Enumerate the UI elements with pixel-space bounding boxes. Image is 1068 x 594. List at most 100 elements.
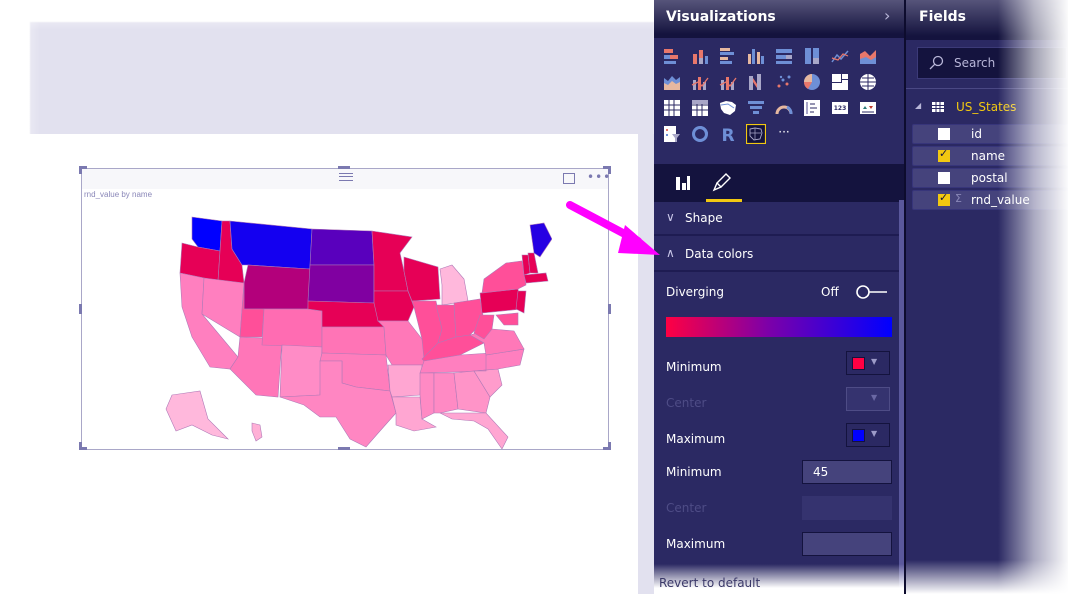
field-checkbox[interactable]	[938, 128, 950, 140]
visual-gallery: 123 R ···	[654, 38, 904, 164]
state-north-dakota[interactable]	[309, 228, 375, 266]
resize-handle-tr[interactable]	[608, 166, 611, 174]
viz-scatter-icon[interactable]	[774, 72, 794, 92]
viz-treemap-icon[interactable]	[830, 72, 850, 92]
visual-header: •••	[82, 169, 610, 189]
resize-handle-top[interactable]	[338, 166, 350, 169]
viz-filled-map-icon[interactable]	[718, 98, 738, 118]
field-checkbox[interactable]	[938, 191, 950, 206]
focus-mode-icon[interactable]	[563, 173, 575, 184]
viz-clustered-bar-icon[interactable]	[718, 46, 738, 66]
state-iowa[interactable]	[373, 290, 415, 322]
viz-gauge-icon[interactable]	[774, 98, 794, 118]
state-montana[interactable]	[229, 220, 313, 270]
center-color-label: Center	[666, 396, 707, 410]
svg-text:R: R	[721, 126, 734, 144]
state-massachusetts[interactable]	[523, 272, 549, 284]
viz-funnel-icon[interactable]	[746, 98, 766, 118]
viz-ribbon-icon[interactable]	[746, 72, 766, 92]
viz-area-icon[interactable]	[858, 46, 878, 66]
state-new-mexico[interactable]	[279, 344, 323, 398]
state-alaska[interactable]	[165, 390, 229, 440]
viz-card-icon[interactable]: 123	[830, 98, 850, 118]
state-maryland[interactable]	[495, 312, 519, 326]
state-wisconsin[interactable]	[403, 256, 441, 302]
chevron-down-icon: ∨	[666, 210, 675, 224]
center-color-picker: ▼	[846, 387, 890, 411]
maximum-color-swatch	[852, 429, 865, 442]
viz-100-stacked-column-icon[interactable]	[802, 46, 822, 66]
canvas-background	[30, 22, 654, 142]
fields-tab-icon[interactable]	[674, 174, 692, 192]
viz-multi-row-card-icon[interactable]	[802, 98, 822, 118]
state-new-york[interactable]	[481, 260, 527, 294]
resize-handle-left[interactable]	[79, 304, 82, 314]
viz-kpi-icon[interactable]	[858, 98, 878, 118]
viz-stacked-bar-icon[interactable]	[662, 46, 682, 66]
expand-triangle-icon[interactable]: ◢	[915, 101, 921, 110]
state-kansas[interactable]	[321, 326, 387, 356]
chevron-right-icon[interactable]: ›	[884, 6, 890, 25]
viz-line-and-stacked-column-icon[interactable]	[690, 72, 710, 92]
diverging-toggle[interactable]	[856, 285, 888, 299]
data-colors-section[interactable]: ∧ Data colors	[654, 238, 899, 272]
resize-handle-bottom[interactable]	[338, 447, 350, 450]
shape-map-visual[interactable]: ••• rnd_value by name	[81, 168, 610, 450]
viz-stacked-column-icon[interactable]	[690, 46, 710, 66]
viz-stacked-area-icon[interactable]	[662, 72, 682, 92]
state-mississippi[interactable]	[419, 372, 435, 420]
minimum-value-label: Minimum	[666, 465, 722, 479]
maximum-value-input[interactable]	[802, 532, 892, 556]
pane-tabs	[654, 164, 904, 202]
sigma-icon: Σ	[955, 192, 962, 205]
canvas-fade	[0, 0, 660, 30]
field-checkbox[interactable]	[938, 172, 950, 184]
state-new-hampshire[interactable]	[527, 252, 539, 274]
pane-fade	[906, 560, 1068, 594]
viz-donut-icon[interactable]	[690, 124, 710, 144]
state-new-jersey[interactable]	[515, 290, 527, 314]
paint-roller-icon[interactable]	[712, 172, 732, 192]
minimum-value-input[interactable]: 45	[802, 460, 892, 484]
state-florida[interactable]	[439, 412, 509, 449]
search-icon	[929, 55, 944, 70]
resize-handle-tl[interactable]	[79, 166, 82, 174]
diverging-label: Diverging	[666, 285, 724, 299]
resize-handle-right[interactable]	[608, 304, 611, 314]
state-washington[interactable]	[191, 216, 223, 252]
viz-slicer-icon[interactable]	[662, 124, 682, 144]
annotation-arrow	[566, 201, 660, 255]
minimum-color-picker[interactable]: ▼	[846, 351, 890, 375]
revert-to-default-link[interactable]: Revert to default	[659, 576, 760, 590]
shape-section[interactable]: ∨ Shape	[654, 202, 899, 236]
pane-fade	[998, 0, 1068, 594]
state-arkansas[interactable]	[387, 364, 423, 398]
svg-text:···: ···	[778, 125, 789, 139]
state-michigan[interactable]	[439, 264, 469, 306]
state-south-dakota[interactable]	[307, 264, 375, 304]
viz-table-icon[interactable]	[662, 98, 682, 118]
resize-handle-bl[interactable]	[79, 442, 82, 450]
chevron-up-icon: ∧	[666, 246, 675, 260]
resize-handle-br[interactable]	[608, 442, 611, 450]
viz-line-icon[interactable]	[830, 46, 850, 66]
viz-map-icon[interactable]	[858, 72, 878, 92]
viz-more-icon[interactable]: ···	[774, 124, 794, 144]
drag-handle-icon[interactable]	[339, 173, 353, 181]
maximum-color-picker[interactable]: ▼	[846, 423, 890, 447]
viz-pie-icon[interactable]	[802, 72, 822, 92]
viz-line-and-clustered-column-icon[interactable]	[718, 72, 738, 92]
state-arizona[interactable]	[229, 336, 283, 398]
viz-custom-shape-map-icon[interactable]	[746, 124, 766, 144]
viz-100-stacked-bar-icon[interactable]	[774, 46, 794, 66]
state-hawaii[interactable]	[251, 422, 263, 442]
state-colorado[interactable]	[261, 308, 323, 348]
field-checkbox[interactable]	[938, 147, 950, 162]
state-maine[interactable]	[529, 222, 552, 258]
state-wyoming[interactable]	[243, 264, 311, 310]
viz-matrix-icon[interactable]	[690, 98, 710, 118]
viz-clustered-column-icon[interactable]	[746, 46, 766, 66]
caret-down-icon: ▼	[871, 429, 878, 438]
visualizations-pane: Visualizations › 123 R ··· ∨ Shape ∧ Data …	[654, 0, 904, 594]
viz-r-script-icon[interactable]: R	[718, 124, 738, 144]
